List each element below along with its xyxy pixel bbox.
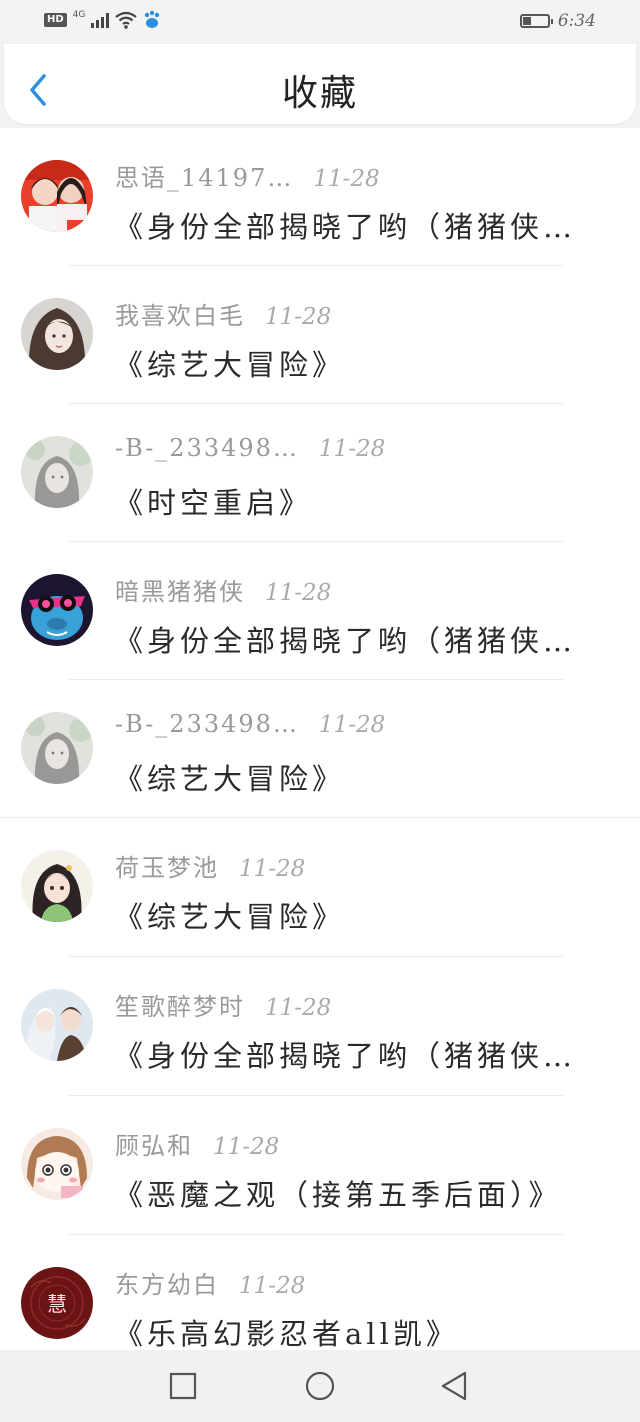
- list-item[interactable]: -B-_233498… 11-28 《时空重启》: [0, 404, 640, 542]
- cartoon-avatar[interactable]: [21, 1128, 93, 1200]
- item-meta: 我喜欢白毛 11-28: [115, 296, 331, 331]
- list-item[interactable]: 暗黑猪猪侠 11-28 《身份全部揭晓了哟（猪猪侠…: [0, 542, 640, 680]
- list-item[interactable]: 顾弘和 11-28 《恶魔之观（接第五季后面）》: [0, 1096, 640, 1235]
- item-date: 11-28: [318, 712, 386, 738]
- list-item[interactable]: 笙歌醉梦时 11-28 《身份全部揭晓了哟（猪猪侠…: [0, 957, 640, 1096]
- home-button[interactable]: [302, 1368, 338, 1404]
- back-nav-button[interactable]: [437, 1368, 473, 1404]
- author-name[interactable]: -B-_233498…: [115, 710, 299, 738]
- faded-avatar[interactable]: [21, 436, 93, 508]
- status-left: HD 4G: [44, 10, 161, 30]
- triangle-back-icon: [441, 1371, 467, 1401]
- item-meta: 思语_14197… 11-28: [115, 158, 380, 193]
- faded-avatar[interactable]: [21, 712, 93, 784]
- wifi-icon: [115, 11, 138, 29]
- header-card: 收藏: [4, 44, 636, 124]
- item-date: 11-28: [265, 995, 332, 1021]
- item-meta: 荷玉梦池 11-28: [115, 848, 305, 883]
- clock: 6:34: [557, 11, 596, 31]
- girl-avatar[interactable]: [21, 850, 93, 922]
- list-item[interactable]: 思语_14197… 11-28 《身份全部揭晓了哟（猪猪侠…: [0, 128, 640, 266]
- system-nav-bar: [0, 1350, 640, 1422]
- work-title[interactable]: 《综艺大冒险》: [114, 342, 614, 384]
- author-name[interactable]: -B-_233498…: [115, 434, 299, 462]
- author-name[interactable]: 东方幼白: [115, 1265, 219, 1300]
- item-date: 11-28: [213, 1134, 280, 1160]
- dark-red-avatar[interactable]: 慧: [21, 1267, 93, 1339]
- work-title[interactable]: 《综艺大冒险》: [114, 894, 614, 936]
- item-meta: 顾弘和 11-28: [115, 1126, 279, 1161]
- status-bar: HD 4G 6:34: [0, 0, 640, 44]
- work-title[interactable]: 《恶魔之观（接第五季后面）》: [114, 1172, 614, 1214]
- square-icon: [169, 1372, 197, 1400]
- network-label: 4G: [72, 10, 86, 20]
- item-meta: -B-_233498… 11-28: [115, 434, 385, 462]
- recent-apps-button[interactable]: [165, 1368, 201, 1404]
- work-title[interactable]: 《身份全部揭晓了哟（猪猪侠…: [114, 1033, 614, 1075]
- status-right: 6:34: [519, 11, 596, 31]
- work-title[interactable]: 《乐高幻影忍者all凯》: [114, 1311, 614, 1353]
- author-name[interactable]: 思语_14197…: [115, 158, 293, 193]
- header-bar: 收藏: [0, 44, 640, 128]
- photo-avatar[interactable]: [21, 160, 93, 232]
- couple-avatar[interactable]: [21, 989, 93, 1061]
- item-date: 11-28: [239, 856, 306, 882]
- author-name[interactable]: 荷玉梦池: [115, 848, 219, 883]
- list-item[interactable]: 我喜欢白毛 11-28 《综艺大冒险》: [0, 266, 640, 404]
- item-date: 11-28: [313, 166, 380, 192]
- item-meta: 笙歌醉梦时 11-28: [115, 987, 331, 1022]
- list-item[interactable]: 荷玉梦池 11-28 《综艺大冒险》: [0, 818, 640, 957]
- work-title[interactable]: 《时空重启》: [114, 480, 614, 522]
- paw-icon: [143, 10, 161, 30]
- avatar-glyph: 慧: [47, 1292, 67, 1316]
- item-meta: -B-_233498… 11-28: [115, 710, 385, 738]
- item-date: 11-28: [265, 580, 332, 606]
- battery-level: [522, 17, 532, 25]
- list-item[interactable]: -B-_233498… 11-28 《综艺大冒险》: [0, 680, 640, 818]
- favorites-list: 思语_14197… 11-28 《身份全部揭晓了哟（猪猪侠… 我喜欢白毛 11-…: [0, 128, 640, 1373]
- author-name[interactable]: 暗黑猪猪侠: [115, 572, 245, 607]
- work-title[interactable]: 《综艺大冒险》: [114, 756, 614, 798]
- pig-hero-avatar[interactable]: [21, 574, 93, 646]
- page-title: 收藏: [281, 73, 358, 114]
- signal-icon: [91, 12, 110, 28]
- item-date: 11-28: [265, 304, 332, 330]
- work-title[interactable]: 《身份全部揭晓了哟（猪猪侠…: [114, 204, 614, 246]
- author-name[interactable]: 顾弘和: [115, 1126, 193, 1161]
- hd-badge: HD: [44, 13, 67, 27]
- circle-icon: [305, 1371, 335, 1401]
- author-name[interactable]: 笙歌醉梦时: [115, 987, 245, 1022]
- item-date: 11-28: [239, 1273, 306, 1299]
- battery-icon: [519, 14, 553, 28]
- illustration-avatar[interactable]: [21, 298, 93, 370]
- item-date: 11-28: [318, 436, 386, 462]
- item-meta: 东方幼白 11-28: [115, 1265, 305, 1300]
- work-title[interactable]: 《身份全部揭晓了哟（猪猪侠…: [114, 618, 614, 660]
- author-name[interactable]: 我喜欢白毛: [115, 296, 245, 331]
- item-meta: 暗黑猪猪侠 11-28: [115, 572, 331, 607]
